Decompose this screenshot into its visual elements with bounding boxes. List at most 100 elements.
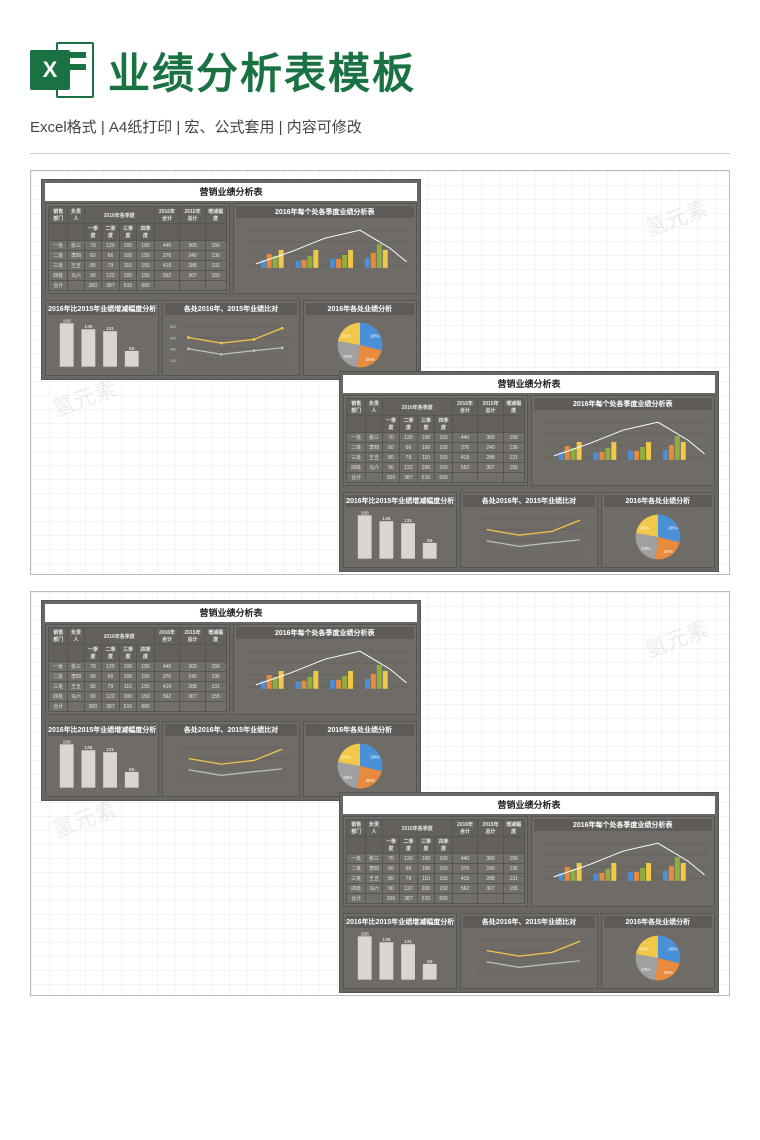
svg-text:131: 131 xyxy=(404,518,412,524)
svg-text:23%: 23% xyxy=(341,334,350,339)
data-table-cell: 销售部门负责人2016年各季度2016年合计2015年总计增减幅度 一季度二季度… xyxy=(343,395,528,486)
chart-title: 2016年比2015年业绩增减幅度分析 xyxy=(346,916,454,928)
data-table-cell: 销售部门负责人2016年各季度2016年合计2015年总计增减幅度 一季度二季度… xyxy=(343,816,528,907)
dashboard-title: 营销业绩分析表 xyxy=(45,183,417,201)
svg-text:28%: 28% xyxy=(668,947,677,952)
svg-text:23%: 23% xyxy=(639,526,648,531)
svg-text:55: 55 xyxy=(427,959,433,965)
svg-text:26%: 26% xyxy=(365,357,374,362)
chart-title: 2016年每个处各季度业绩分析表 xyxy=(534,819,713,831)
data-table-cell: 销售部门 负责人 2016年各季度 2016年合计 2015年总计 增减幅度 一… xyxy=(45,203,230,294)
svg-text:55: 55 xyxy=(129,767,135,773)
svg-text:156: 156 xyxy=(63,318,71,324)
combo-chart: 2016年每个处各季度业绩分析表 xyxy=(531,395,716,486)
dashboard-a: 营销业绩分析表 销售部门 负责人 2016年各季度 2016年合计 2015年总… xyxy=(41,179,421,380)
excel-icon-letter: X xyxy=(30,50,70,90)
svg-text:156: 156 xyxy=(63,739,71,745)
compare-line-chart: 各处2016年、2015年业绩比对 xyxy=(460,492,597,568)
chart-title: 2016年各处业绩分析 xyxy=(604,495,712,507)
combo-chart: 2016年每个处各季度业绩分析表 xyxy=(233,203,418,294)
svg-text:23%: 23% xyxy=(341,755,350,760)
bar-chart-svg: 156 136 131 55 xyxy=(48,317,156,373)
svg-text:26%: 26% xyxy=(663,970,672,975)
compare-line-chart: 各处2016年、2015年业绩比对 xyxy=(460,913,597,989)
svg-text:131: 131 xyxy=(106,326,114,332)
chart-title: 2016年各处业绩分析 xyxy=(306,303,414,315)
svg-text:26%: 26% xyxy=(365,778,374,783)
growth-bar-chart: 2016年比2015年业绩增减幅度分析 156 136 131 55 xyxy=(45,721,159,797)
th: 2016年各季度 xyxy=(84,207,154,224)
svg-text:23%: 23% xyxy=(639,947,648,952)
combo-chart: 2016年每个处各季度业绩分析表 xyxy=(233,624,418,715)
divider xyxy=(30,153,730,154)
pie-chart-svg: 28% 26% 23% 23% xyxy=(332,317,388,373)
watermark: 氢元素 xyxy=(640,612,713,665)
svg-text:28%: 28% xyxy=(370,755,379,760)
th: 2016年合计 xyxy=(154,207,180,224)
pie-chart: 2016年各处业绩分析 28% 26% 23% xyxy=(601,913,715,989)
svg-text:28%: 28% xyxy=(370,334,379,339)
th: 二季度 xyxy=(102,224,120,241)
dashboard-d: 营销业绩分析表 销售部门负责人2016年各季度2016年合计2015年总计增减幅… xyxy=(339,792,719,993)
chart-title: 2016年比2015年业绩增减幅度分析 xyxy=(346,495,454,507)
svg-text:23%: 23% xyxy=(343,354,352,359)
svg-text:23%: 23% xyxy=(641,967,650,972)
svg-text:100: 100 xyxy=(170,359,176,363)
svg-text:23%: 23% xyxy=(343,775,352,780)
pie-chart: 2016年各处业绩分析 28% 26% 23% xyxy=(303,721,417,797)
growth-bar-chart: 2016年比2015年业绩增减幅度分析 156 136 131 55 xyxy=(45,300,159,376)
svg-text:500: 500 xyxy=(170,336,176,340)
svg-text:26%: 26% xyxy=(663,549,672,554)
dashboard-c: 营销业绩分析表 销售部门负责人2016年各季度2016年合计2015年总计增减幅… xyxy=(41,600,421,801)
th: 三季度 xyxy=(119,224,137,241)
dashboard-title: 营销业绩分析表 xyxy=(343,375,715,393)
dashboard-b: 营销业绩分析表 销售部门负责人2016年各季度2016年合计2015年总计增减幅… xyxy=(339,371,719,572)
excel-icon: X xyxy=(30,38,94,102)
chart-title: 各处2016年、2015年业绩比对 xyxy=(165,724,296,736)
svg-text:156: 156 xyxy=(361,510,369,516)
svg-text:136: 136 xyxy=(84,324,92,330)
compare-line-chart: 各处2016年、2015年业绩比对 xyxy=(162,721,299,797)
chart-title: 2016年每个处各季度业绩分析表 xyxy=(534,398,713,410)
compare-line-chart: 各处2016年、2015年业绩比对 600 500 400 100 xyxy=(162,300,299,376)
svg-text:23%: 23% xyxy=(641,546,650,551)
chart-title: 2016年比2015年业绩增减幅度分析 xyxy=(48,724,156,736)
th: 一季度 xyxy=(84,224,102,241)
svg-text:136: 136 xyxy=(382,937,390,943)
svg-text:136: 136 xyxy=(84,745,92,751)
svg-text:131: 131 xyxy=(404,939,412,945)
dashboard-title: 营销业绩分析表 xyxy=(343,796,715,814)
th: 负责人 xyxy=(68,207,84,224)
dashboard-title: 营销业绩分析表 xyxy=(45,604,417,622)
chart-title: 各处2016年、2015年业绩比对 xyxy=(463,495,594,507)
chart-title: 2016年各处业绩分析 xyxy=(306,724,414,736)
svg-text:28%: 28% xyxy=(668,526,677,531)
line-chart-svg: 600 500 400 100 xyxy=(165,317,296,373)
combo-chart: 2016年每个处各季度业绩分析表 xyxy=(531,816,716,907)
chart-title: 2016年每个处各季度业绩分析表 xyxy=(236,627,415,639)
pie-chart: 2016年各处业绩分析 28% 26% 23% xyxy=(303,300,417,376)
svg-text:55: 55 xyxy=(129,346,135,352)
th: 增减幅度 xyxy=(205,207,226,224)
chart-title: 各处2016年、2015年业绩比对 xyxy=(463,916,594,928)
svg-text:131: 131 xyxy=(106,747,114,753)
growth-bar-chart: 2016年比2015年业绩增减幅度分析 156 136 131 55 xyxy=(343,492,457,568)
preview-panel-2: 氢元素 氢元素 氢元素 营销业绩分析表 销售部门负责人2016年各季度2016年… xyxy=(30,591,730,996)
data-table-cell: 销售部门负责人2016年各季度2016年合计2015年总计增减幅度 一季度二季度… xyxy=(45,624,230,715)
combo-chart-svg xyxy=(236,220,415,274)
data-table: 销售部门 负责人 2016年各季度 2016年合计 2015年总计 增减幅度 一… xyxy=(48,206,227,291)
svg-text:55: 55 xyxy=(427,538,433,544)
svg-text:600: 600 xyxy=(170,325,176,329)
chart-title: 2016年各处业绩分析 xyxy=(604,916,712,928)
svg-text:136: 136 xyxy=(382,516,390,522)
chart-title: 2016年每个处各季度业绩分析表 xyxy=(236,206,415,218)
page-subtitle: Excel格式 | A4纸打印 | 宏、公式套用 | 内容可修改 xyxy=(0,116,760,147)
svg-text:400: 400 xyxy=(170,348,176,352)
svg-text:156: 156 xyxy=(361,931,369,937)
page-header: X 业绩分析表模板 xyxy=(0,0,760,116)
watermark: 氢元素 xyxy=(640,191,713,244)
th: 销售部门 xyxy=(49,207,68,224)
th: 四季度 xyxy=(137,224,155,241)
pie-chart: 2016年各处业绩分析 28% 26% 23% xyxy=(601,492,715,568)
page-title: 业绩分析表模板 xyxy=(108,40,416,101)
